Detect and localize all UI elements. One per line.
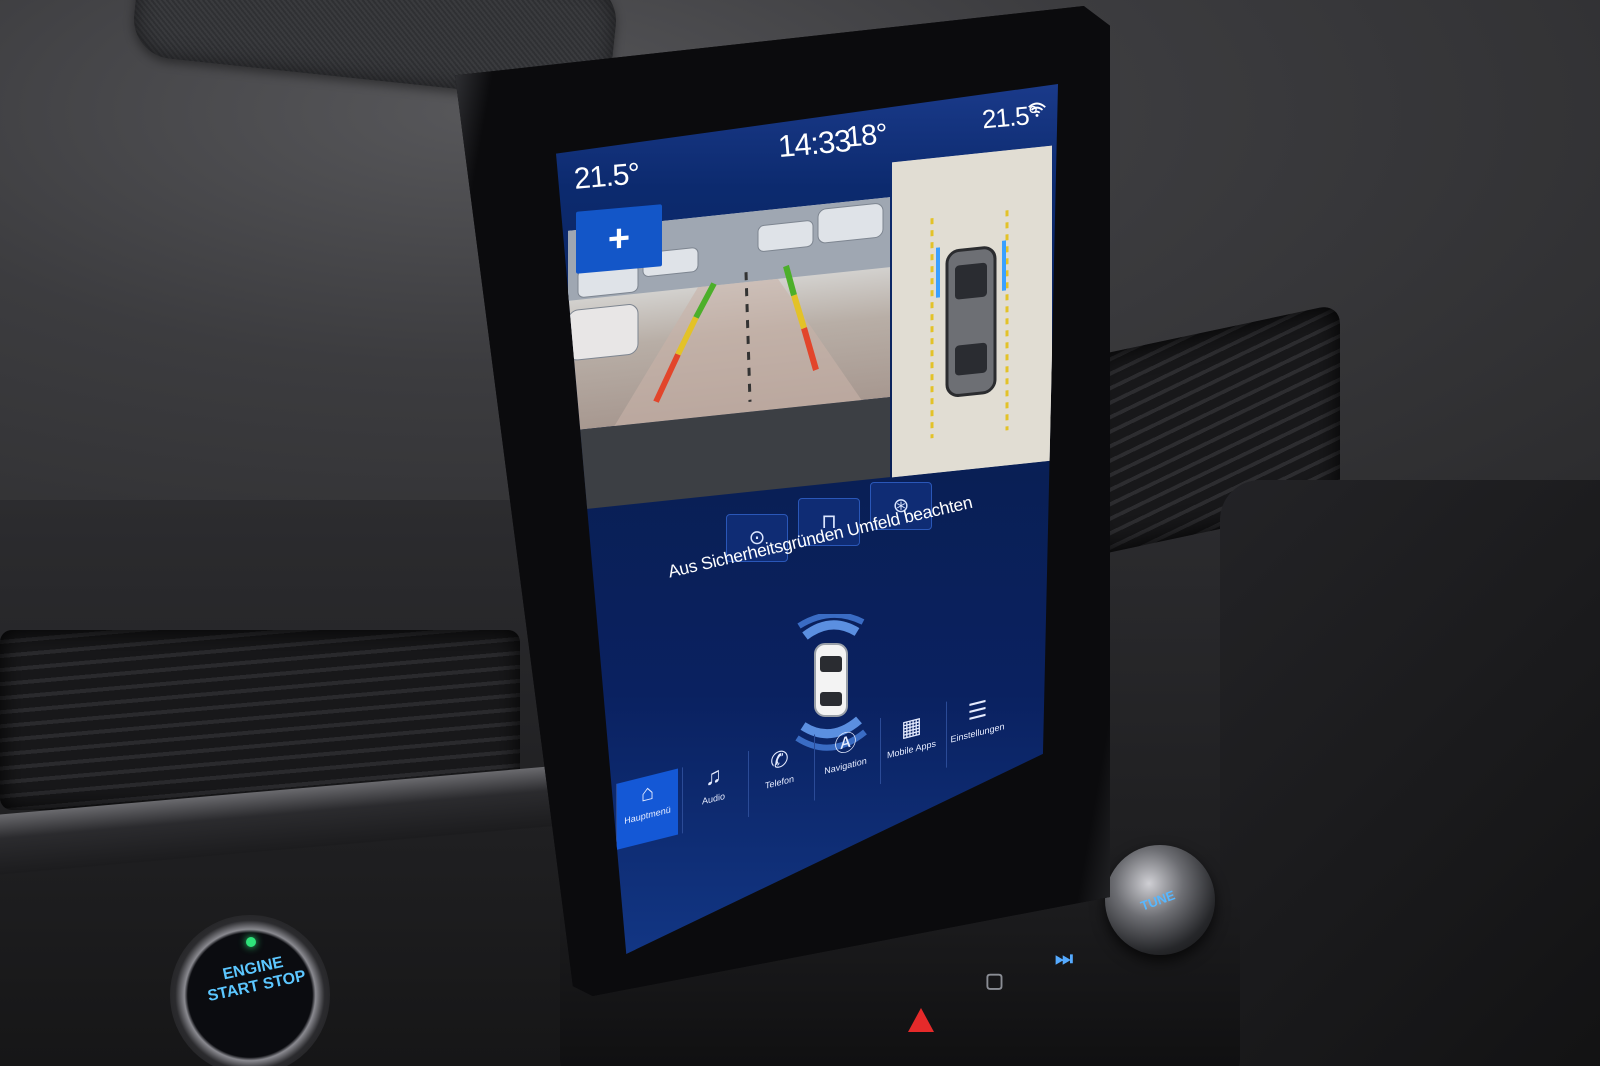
phone-mirror-icon[interactable]: ▢ [985, 968, 1004, 993]
status-led [246, 937, 256, 947]
outside-temperature: 18° [844, 118, 889, 154]
nav-item-mobile-apps[interactable]: ▦ Mobile Apps [880, 702, 942, 785]
top-down-camera-image [892, 145, 1052, 478]
camera-zoom-button[interactable]: + [576, 204, 662, 274]
nav-item-telefon[interactable]: ✆ Telefon [748, 735, 810, 818]
passenger-panel [1220, 480, 1600, 1066]
nav-item-einstellungen[interactable]: ☰ Einstellungen [946, 686, 1008, 768]
start-button-label: ENGINE START STOP [206, 954, 308, 1006]
tune-knob[interactable]: TUNE [1105, 845, 1215, 955]
car-dashboard-scene: ENGINE START STOP TUNE ▢ ⏭ 21.5° 14:33 1… [0, 0, 1600, 1066]
skip-forward-icon[interactable]: ⏭ [1055, 948, 1073, 971]
driver-temperature[interactable]: 21.5° [573, 157, 641, 197]
wifi-icon [1028, 102, 1046, 117]
nav-item-hauptmenu[interactable]: ⌂ Hauptmenü [616, 768, 678, 850]
tune-knob-label: TUNE [1138, 887, 1177, 914]
nav-item-audio[interactable]: ♫ Audio [682, 752, 744, 834]
top-down-360-view [892, 145, 1052, 478]
hazard-button[interactable] [908, 1008, 934, 1032]
engine-start-stop-button[interactable]: ENGINE START STOP [170, 915, 330, 1066]
clock: 14:33 [776, 122, 852, 165]
nav-item-navigation[interactable]: Ⓐ Navigation [814, 719, 876, 801]
